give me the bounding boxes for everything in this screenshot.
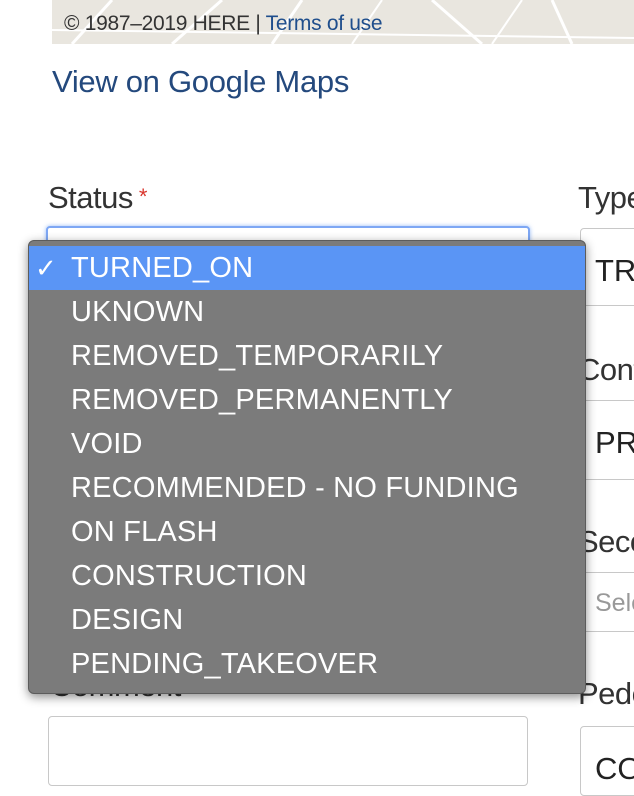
required-asterisk: * — [138, 184, 148, 209]
status-option[interactable]: PENDING_TAKEOVER — [29, 642, 585, 686]
type-value: TRA — [595, 253, 634, 288]
status-option[interactable]: REMOVED_PERMANENTLY — [29, 378, 585, 422]
status-dropdown-menu[interactable]: ✓ TURNED_ON UKNOWN REMOVED_TEMPORARILY RE… — [28, 240, 586, 694]
type-select[interactable]: TRA — [580, 228, 634, 306]
status-option[interactable]: DESIGN — [29, 598, 585, 642]
control-label: Cont — [578, 352, 634, 387]
status-label: Status * — [48, 180, 147, 216]
map-attribution: © 1987–2019 HERE | Terms of use — [64, 12, 383, 36]
comment-input[interactable] — [48, 716, 528, 786]
status-option[interactable]: REMOVED_TEMPORARILY — [29, 334, 585, 378]
control-value: PRI — [595, 425, 634, 460]
secondary-label: Seco — [578, 524, 634, 559]
status-option[interactable]: RECOMMENDED - NO FUNDING — [29, 466, 585, 510]
checkmark-icon: ✓ — [35, 253, 57, 283]
secondary-placeholder: Sele — [595, 589, 634, 617]
terms-of-use-link[interactable]: Terms of use — [266, 12, 383, 35]
type-label: Type — [578, 180, 634, 215]
pedestrian-value: CO — [595, 751, 634, 786]
map-strip[interactable]: © 1987–2019 HERE | Terms of use — [52, 0, 634, 44]
status-option[interactable]: ON FLASH — [29, 510, 585, 554]
status-option[interactable]: ✓ TURNED_ON — [29, 246, 585, 290]
view-on-google-maps-link[interactable]: View on Google Maps — [52, 64, 349, 100]
pedestrian-label: Pede — [578, 676, 634, 711]
status-option[interactable]: UKNOWN — [29, 290, 585, 334]
status-option[interactable]: CONSTRUCTION — [29, 554, 585, 598]
status-option[interactable]: VOID — [29, 422, 585, 466]
map-copyright: © 1987–2019 HERE | — [64, 12, 266, 35]
secondary-select[interactable]: Sele — [580, 572, 634, 632]
control-select[interactable]: PRI — [580, 400, 634, 480]
status-label-text: Status — [48, 180, 133, 215]
